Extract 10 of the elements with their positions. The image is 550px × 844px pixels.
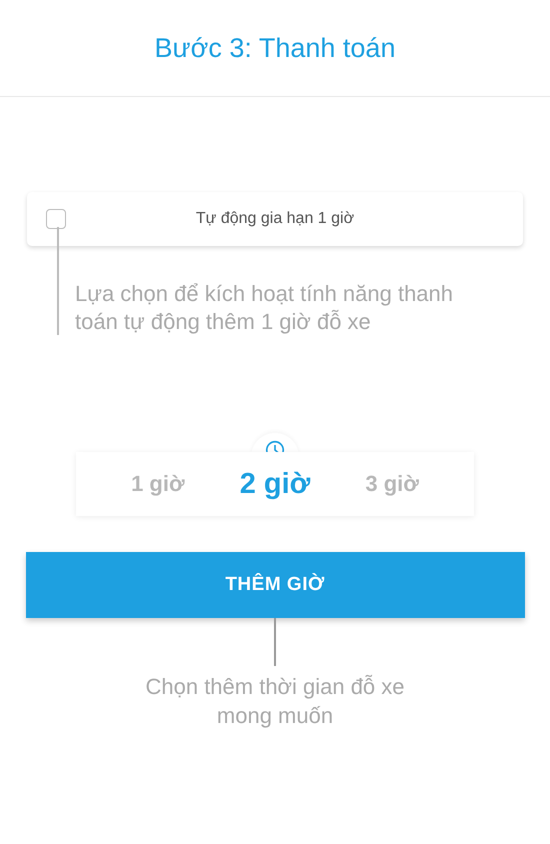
- hour-option[interactable]: 1 giờ: [131, 471, 185, 497]
- add-time-button[interactable]: THÊM GIỜ: [26, 552, 524, 618]
- hour-option[interactable]: 2 giờ: [240, 468, 310, 500]
- hour-option[interactable]: 3 giờ: [365, 471, 419, 497]
- auto-renew-hint: Lựa chọn để kích hoạt tính năng thanh toán tự động thêm 1 giờ đỗ xe: [75, 280, 454, 336]
- auto-renew-label: Tự động gia hạn 1 giờ: [194, 210, 356, 228]
- page-title: Bước 3: Thanh toán: [154, 32, 396, 64]
- add-time-hint: Chọn thêm thời gian đỗ xe mong muốn: [144, 673, 406, 730]
- leader-line: [274, 618, 276, 666]
- checkbox[interactable]: [46, 209, 66, 229]
